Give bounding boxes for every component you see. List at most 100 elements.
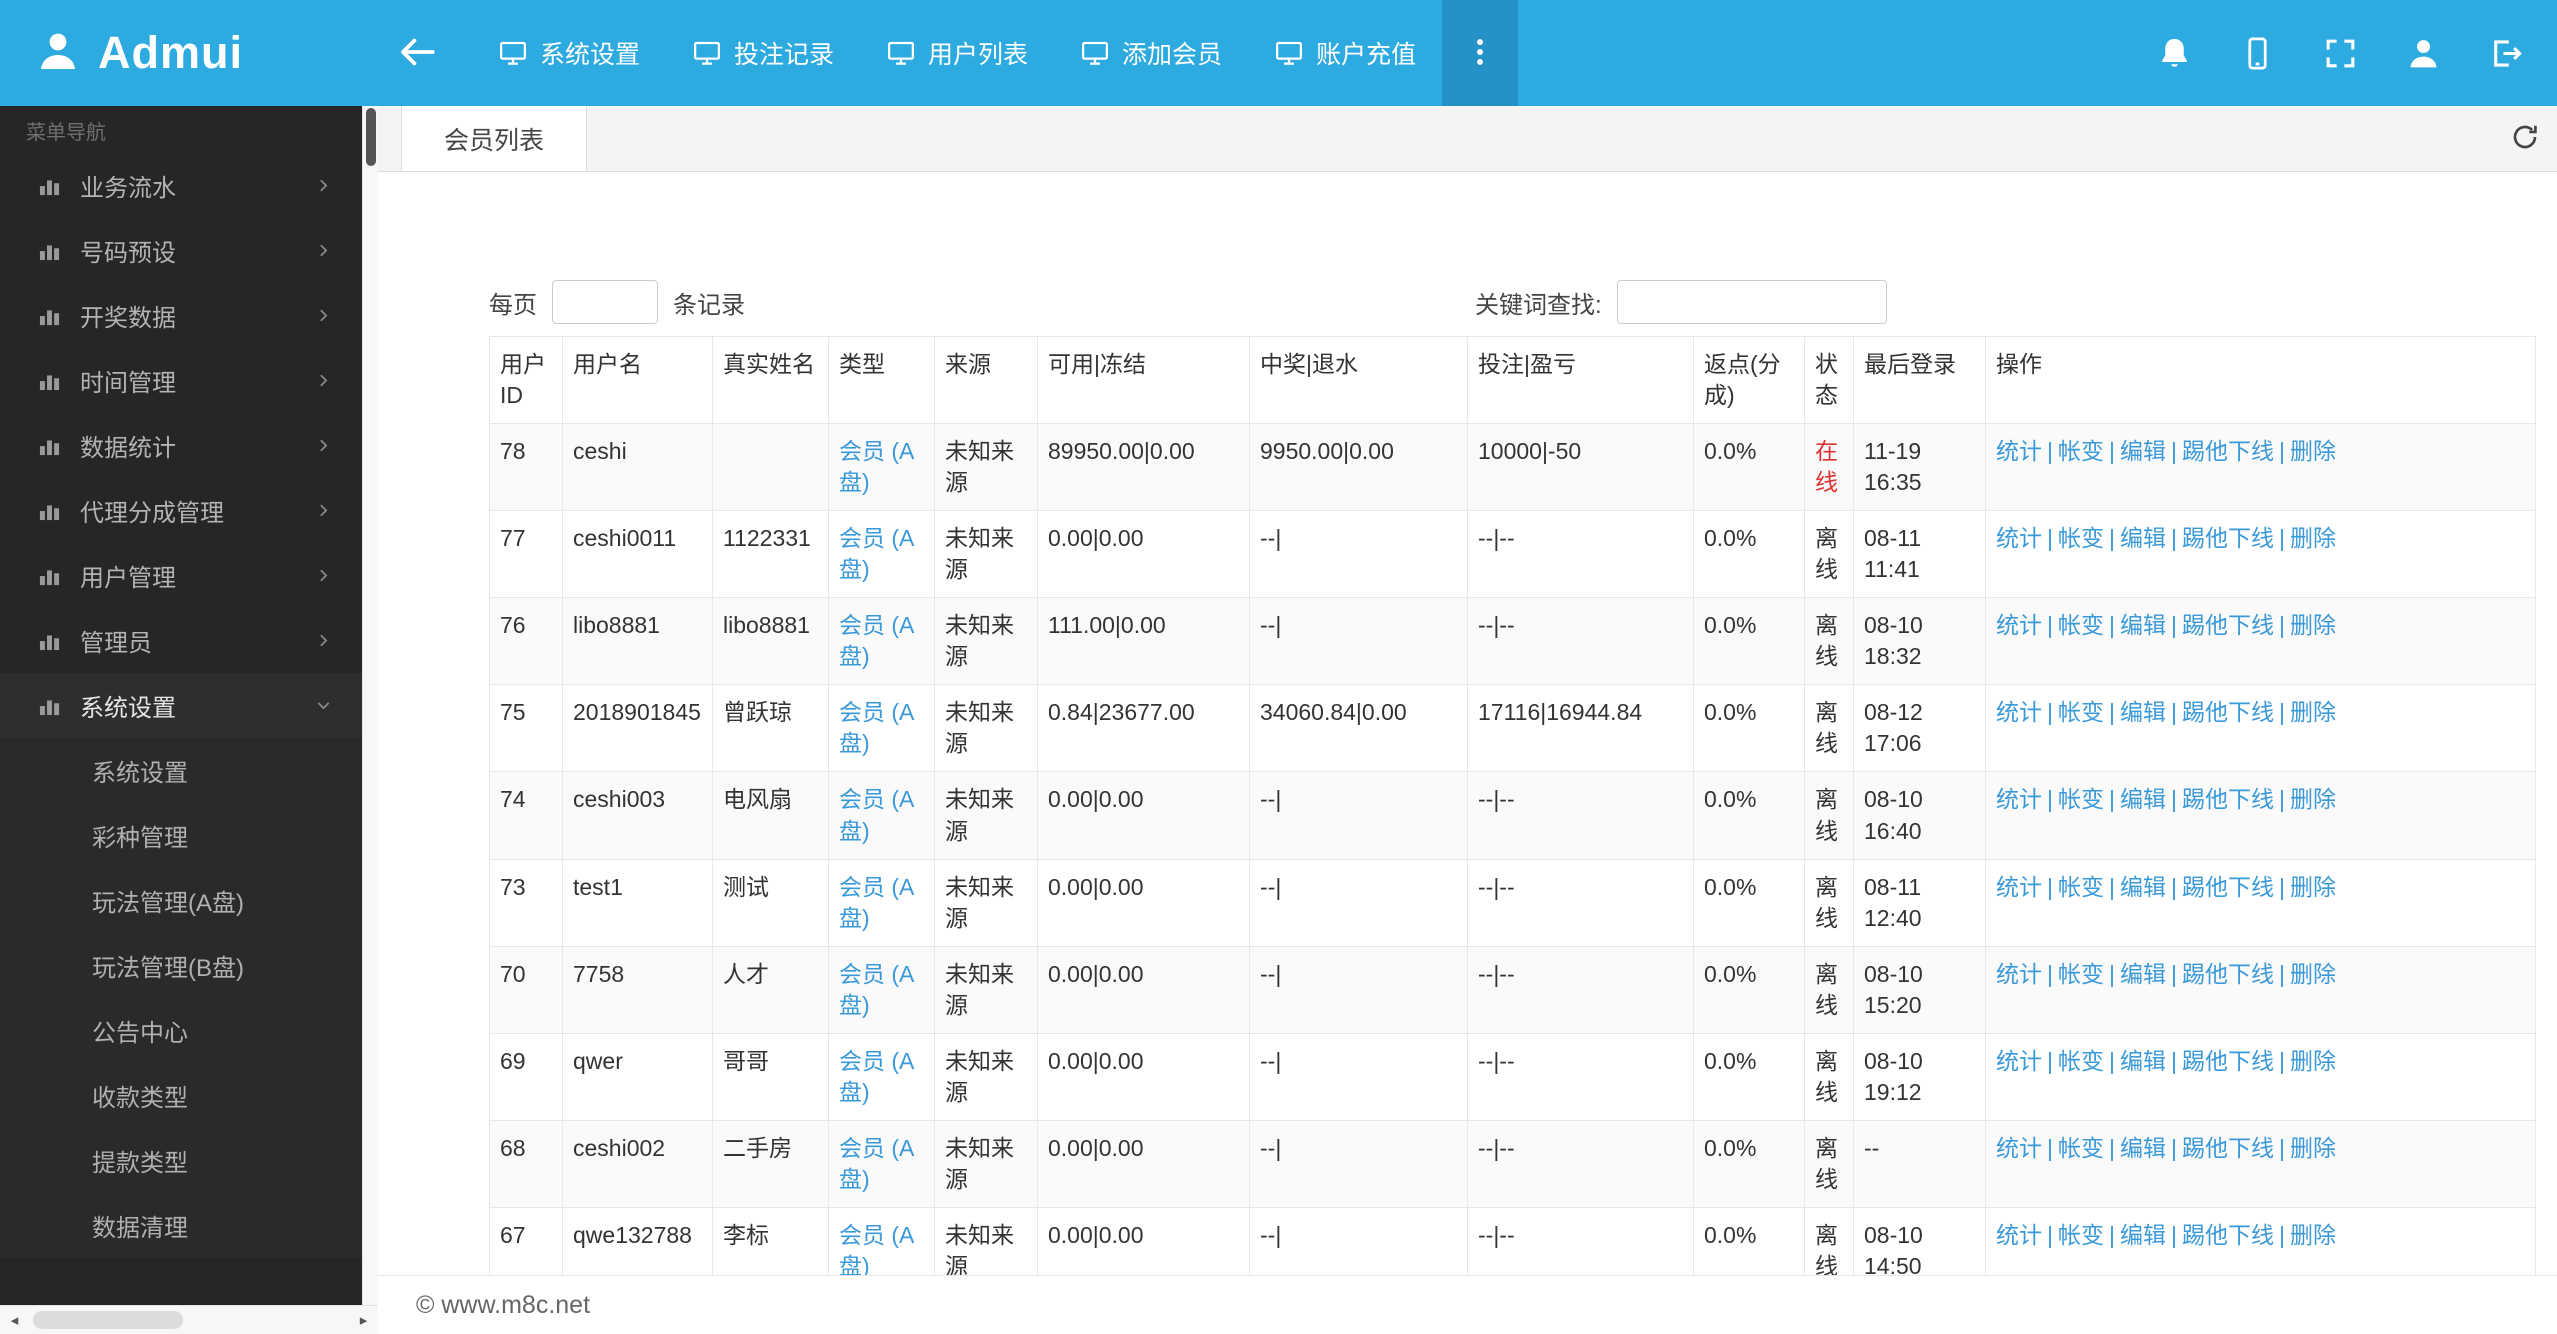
top-menu-item[interactable]: 系统设置: [472, 0, 666, 106]
member-type-link[interactable]: 会员 (A盘): [839, 961, 914, 1018]
sidebar-item-system-settings[interactable]: 系统设置: [0, 673, 362, 738]
action-balance-change-link[interactable]: 帐变: [2058, 1048, 2104, 1074]
action-kick-offline-link[interactable]: 踢他下线: [2182, 438, 2274, 464]
profile-button[interactable]: [2405, 35, 2442, 72]
action-balance-change-link[interactable]: 帐变: [2058, 1135, 2104, 1161]
action-stats-link[interactable]: 统计: [1996, 525, 2042, 551]
sidebar-subitem[interactable]: 提款类型: [0, 1128, 362, 1193]
sidebar-subitem[interactable]: 系统设置: [0, 738, 362, 803]
horizontal-scrollbar-thumb[interactable]: [33, 1311, 183, 1329]
action-balance-change-link[interactable]: 帐变: [2058, 786, 2104, 812]
action-stats-link[interactable]: 统计: [1996, 699, 2042, 725]
action-edit-link[interactable]: 编辑: [2120, 612, 2166, 638]
member-type-link[interactable]: 会员 (A盘): [839, 1135, 914, 1192]
sidebar-subitem[interactable]: 数据清理: [0, 1193, 362, 1258]
scroll-left-arrow-icon[interactable]: ◂: [0, 1306, 29, 1334]
member-type-link[interactable]: 会员 (A盘): [839, 1048, 914, 1105]
sidebar-item[interactable]: 开奖数据: [0, 283, 362, 348]
action-edit-link[interactable]: 编辑: [2120, 1048, 2166, 1074]
member-type-link[interactable]: 会员 (A盘): [839, 1222, 914, 1275]
action-delete-link[interactable]: 删除: [2290, 961, 2336, 987]
action-stats-link[interactable]: 统计: [1996, 1048, 2042, 1074]
action-balance-change-link[interactable]: 帐变: [2058, 438, 2104, 464]
brand-logo[interactable]: Admui: [0, 0, 362, 106]
sidebar-item[interactable]: 用户管理: [0, 543, 362, 608]
back-arrow-button[interactable]: [362, 0, 472, 106]
member-type-link[interactable]: 会员 (A盘): [839, 438, 914, 495]
action-stats-link[interactable]: 统计: [1996, 961, 2042, 987]
action-edit-link[interactable]: 编辑: [2120, 961, 2166, 987]
sidebar-item[interactable]: 数据统计: [0, 413, 362, 478]
sidebar-subitem[interactable]: 彩种管理: [0, 803, 362, 868]
action-balance-change-link[interactable]: 帐变: [2058, 699, 2104, 725]
sidebar-subitem[interactable]: 收款类型: [0, 1063, 362, 1128]
member-type-link[interactable]: 会员 (A盘): [839, 786, 914, 843]
refresh-button[interactable]: [2509, 106, 2541, 171]
action-kick-offline-link[interactable]: 踢他下线: [2182, 1222, 2274, 1248]
top-menu-item[interactable]: 用户列表: [860, 0, 1054, 106]
top-menu-item[interactable]: 投注记录: [666, 0, 860, 106]
sidebar-vertical-scrollbar[interactable]: [362, 106, 378, 1305]
sidebar-item[interactable]: 号码预设: [0, 218, 362, 283]
scroll-right-arrow-icon[interactable]: ▸: [349, 1306, 378, 1334]
action-stats-link[interactable]: 统计: [1996, 1222, 2042, 1248]
action-edit-link[interactable]: 编辑: [2120, 1222, 2166, 1248]
action-balance-change-link[interactable]: 帐变: [2058, 525, 2104, 551]
sidebar-item[interactable]: 时间管理: [0, 348, 362, 413]
action-edit-link[interactable]: 编辑: [2120, 699, 2166, 725]
action-edit-link[interactable]: 编辑: [2120, 874, 2166, 900]
per-page-input[interactable]: [552, 280, 658, 324]
action-delete-link[interactable]: 删除: [2290, 1135, 2336, 1161]
sidebar-item[interactable]: 代理分成管理: [0, 478, 362, 543]
action-kick-offline-link[interactable]: 踢他下线: [2182, 525, 2274, 551]
action-kick-offline-link[interactable]: 踢他下线: [2182, 961, 2274, 987]
action-kick-offline-link[interactable]: 踢他下线: [2182, 874, 2274, 900]
action-stats-link[interactable]: 统计: [1996, 1135, 2042, 1161]
action-edit-link[interactable]: 编辑: [2120, 438, 2166, 464]
action-edit-link[interactable]: 编辑: [2120, 786, 2166, 812]
tab-member-list[interactable]: 会员列表: [401, 106, 588, 171]
action-stats-link[interactable]: 统计: [1996, 874, 2042, 900]
action-kick-offline-link[interactable]: 踢他下线: [2182, 1048, 2274, 1074]
action-delete-link[interactable]: 删除: [2290, 874, 2336, 900]
sidebar-subitem[interactable]: 玩法管理(B盘): [0, 933, 362, 998]
action-stats-link[interactable]: 统计: [1996, 612, 2042, 638]
top-menu-item[interactable]: 账户充值: [1248, 0, 1442, 106]
mobile-view-button[interactable]: [2239, 35, 2276, 72]
horizontal-scrollbar-track[interactable]: [29, 1306, 349, 1334]
action-delete-link[interactable]: 删除: [2290, 1048, 2336, 1074]
action-kick-offline-link[interactable]: 踢他下线: [2182, 786, 2274, 812]
sidebar-horizontal-scrollbar[interactable]: ◂ ▸: [0, 1305, 378, 1334]
action-kick-offline-link[interactable]: 踢他下线: [2182, 699, 2274, 725]
logout-button[interactable]: [2488, 35, 2525, 72]
action-delete-link[interactable]: 删除: [2290, 1222, 2336, 1248]
top-menu-item[interactable]: 添加会员: [1054, 0, 1248, 106]
search-input[interactable]: [1616, 280, 1887, 324]
action-delete-link[interactable]: 删除: [2290, 612, 2336, 638]
action-balance-change-link[interactable]: 帐变: [2058, 874, 2104, 900]
more-menu-button[interactable]: [1442, 0, 1519, 106]
action-balance-change-link[interactable]: 帐变: [2058, 961, 2104, 987]
action-kick-offline-link[interactable]: 踢他下线: [2182, 1135, 2274, 1161]
action-balance-change-link[interactable]: 帐变: [2058, 612, 2104, 638]
sidebar-item[interactable]: 管理员: [0, 608, 362, 673]
member-type-link[interactable]: 会员 (A盘): [839, 612, 914, 669]
action-delete-link[interactable]: 删除: [2290, 786, 2336, 812]
action-delete-link[interactable]: 删除: [2290, 699, 2336, 725]
notifications-button[interactable]: [2156, 35, 2193, 72]
sidebar-subitem[interactable]: 玩法管理(A盘): [0, 868, 362, 933]
action-balance-change-link[interactable]: 帐变: [2058, 1222, 2104, 1248]
action-edit-link[interactable]: 编辑: [2120, 1135, 2166, 1161]
action-delete-link[interactable]: 删除: [2290, 525, 2336, 551]
fullscreen-button[interactable]: [2322, 35, 2359, 72]
vertical-scrollbar-thumb[interactable]: [366, 108, 376, 166]
member-type-link[interactable]: 会员 (A盘): [839, 874, 914, 931]
sidebar-subitem[interactable]: 公告中心: [0, 998, 362, 1063]
member-type-link[interactable]: 会员 (A盘): [839, 525, 914, 582]
action-stats-link[interactable]: 统计: [1996, 438, 2042, 464]
action-delete-link[interactable]: 删除: [2290, 438, 2336, 464]
sidebar-item[interactable]: 业务流水: [0, 153, 362, 218]
member-type-link[interactable]: 会员 (A盘): [839, 699, 914, 756]
action-kick-offline-link[interactable]: 踢他下线: [2182, 612, 2274, 638]
action-edit-link[interactable]: 编辑: [2120, 525, 2166, 551]
